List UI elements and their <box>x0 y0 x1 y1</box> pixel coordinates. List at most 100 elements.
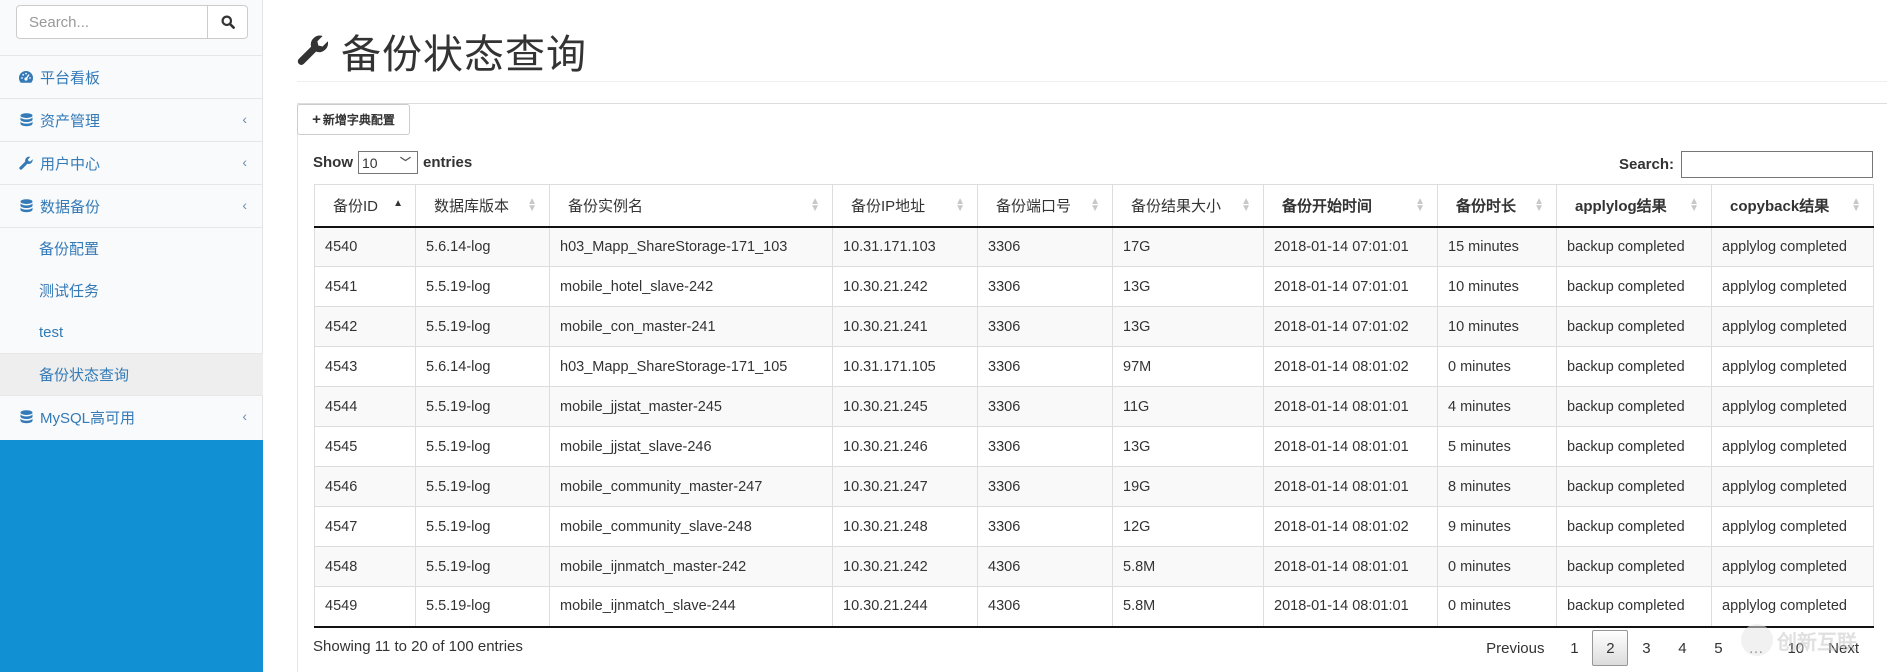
header-divider <box>297 81 1887 82</box>
table-row[interactable]: 4548 5.5.19-log mobile_ijnmatch_master-242… <box>314 546 1874 587</box>
pagination: Previous 1 2 3 4 5 … 10 Next <box>1474 630 1871 666</box>
column-header[interactable]: copyback结果 ▲ ▼ <box>1711 184 1874 228</box>
table-row[interactable]: 4542 5.5.19-log mobile_con_master-241 10.30… <box>314 306 1874 347</box>
column-header[interactable]: 备份开始时间 ▲ ▼ <box>1263 184 1438 228</box>
table-row[interactable]: 4541 5.5.19-log mobile_hotel_slave-242 10.3… <box>314 266 1874 307</box>
sidebar-subitem-backup-status[interactable]: 备份状态查询 <box>0 353 263 395</box>
pagination-page[interactable]: 3 <box>1628 630 1664 666</box>
table-cell: 2018-01-14 08:01:01 <box>1263 586 1438 628</box>
table-cell: applylog completed <box>1711 546 1874 587</box>
table-cell: 15 minutes <box>1437 226 1557 267</box>
table-cell: 3306 <box>977 226 1113 267</box>
chevron-left-icon: ‹ <box>242 197 247 213</box>
entries-length-select[interactable]: 10 <box>358 151 418 174</box>
sidebar-subitem-backup-config[interactable]: 备份配置 <box>0 227 263 269</box>
pagination-page[interactable]: 5 <box>1700 630 1736 666</box>
sidebar-item-user-center[interactable]: 用户中心 ‹ <box>0 141 263 184</box>
table-row[interactable]: 4540 5.6.14-log h03_Mapp_ShareStorage-171_… <box>314 226 1874 267</box>
table-body: 4540 5.6.14-log h03_Mapp_ShareStorage-171_… <box>314 226 1874 628</box>
table-cell: backup completed <box>1556 546 1712 587</box>
sidebar-item-mysql-ha[interactable]: MySQL高可用 ‹ <box>0 395 263 438</box>
sidebar: 平台看板 资产管理 ‹ 用户中心 ‹ 数据备份 ‹ 备份配置 测试 <box>0 0 263 672</box>
table-cell: 2018-01-14 08:01:01 <box>1263 546 1438 587</box>
table-cell: 10.30.21.245 <box>832 386 978 427</box>
pagination-page[interactable]: 1 <box>1556 630 1592 666</box>
add-dictionary-config-button[interactable]: + 新增字典配置 <box>297 104 410 135</box>
table-cell: 5.5.19-log <box>415 546 550 587</box>
table-cell: 5.5.19-log <box>415 426 550 467</box>
sidebar-subitem-test[interactable]: test <box>0 311 263 353</box>
column-header-label: 备份IP地址 <box>851 197 926 215</box>
add-button-label: 新增字典配置 <box>322 113 395 127</box>
table-cell: applylog completed <box>1711 506 1874 547</box>
table-cell: applylog completed <box>1711 346 1874 387</box>
column-header[interactable]: 备份结果大小 ▲ ▼ <box>1112 184 1264 228</box>
table-row[interactable]: 4547 5.5.19-log mobile_community_slave-248… <box>314 506 1874 547</box>
sidebar-search-button[interactable] <box>207 5 248 39</box>
sidebar-subitem-label: 测试任务 <box>39 282 100 300</box>
table-cell: 0 minutes <box>1437 346 1557 387</box>
table-cell: 12G <box>1112 506 1264 547</box>
pagination-page[interactable]: 2 <box>1592 630 1629 666</box>
table-cell: 13G <box>1112 426 1264 467</box>
table-cell: 4543 <box>314 346 416 387</box>
sort-both-icon: ▲ ▼ <box>1415 196 1425 214</box>
wrench-icon <box>297 35 329 65</box>
sidebar-item-assets[interactable]: 资产管理 ‹ <box>0 98 263 141</box>
table-cell: applylog completed <box>1711 306 1874 347</box>
table-search-input[interactable] <box>1681 151 1873 178</box>
column-header[interactable]: 备份实例名 ▲ ▼ <box>549 184 833 228</box>
column-header-label: 备份开始时间 <box>1282 197 1373 215</box>
table-cell: 11G <box>1112 386 1264 427</box>
column-header[interactable]: applylog结果 ▲ ▼ <box>1556 184 1712 228</box>
column-header[interactable]: 备份时长 ▲ ▼ <box>1437 184 1557 228</box>
sidebar-subitem-label: test <box>39 323 64 341</box>
table-cell: 4540 <box>314 226 416 267</box>
column-header-label: 备份实例名 <box>568 197 644 215</box>
table-cell: 5.5.19-log <box>415 266 550 307</box>
table-row[interactable]: 4544 5.5.19-log mobile_jjstat_master-245 10… <box>314 386 1874 427</box>
sidebar-item-dashboard[interactable]: 平台看板 <box>0 55 263 98</box>
column-header-label: 备份ID <box>333 197 379 215</box>
table-cell: 4548 <box>314 546 416 587</box>
sidebar-search-input[interactable] <box>16 5 207 39</box>
table-cell: backup completed <box>1556 426 1712 467</box>
sidebar-item-label: 平台看板 <box>40 69 101 87</box>
pagination-page[interactable]: 10 <box>1775 630 1816 666</box>
table-cell: 5.5.19-log <box>415 586 550 628</box>
table-cell: backup completed <box>1556 306 1712 347</box>
dashboard-icon <box>18 69 34 85</box>
table-row[interactable]: 4549 5.5.19-log mobile_ijnmatch_slave-244 1… <box>314 586 1874 628</box>
sidebar-item-data-backup[interactable]: 数据备份 ‹ <box>0 184 263 227</box>
column-header[interactable]: 备份ID ▲ <box>314 184 416 228</box>
sidebar-item-label: 用户中心 <box>40 155 101 173</box>
table-cell: backup completed <box>1556 226 1712 267</box>
database-icon <box>18 198 34 214</box>
table-cell: 4547 <box>314 506 416 547</box>
table-cell: 3306 <box>977 506 1113 547</box>
table-cell: 10.30.21.244 <box>832 586 978 628</box>
column-header[interactable]: 备份端口号 ▲ ▼ <box>977 184 1113 228</box>
table-cell: backup completed <box>1556 346 1712 387</box>
table-row[interactable]: 4543 5.6.14-log h03_Mapp_ShareStorage-171_… <box>314 346 1874 387</box>
table-cell: 4541 <box>314 266 416 307</box>
table-cell: 5.8M <box>1112 546 1264 587</box>
sidebar-subitem-test-task[interactable]: 测试任务 <box>0 269 263 311</box>
pagination-previous[interactable]: Previous <box>1474 630 1556 666</box>
column-header-label: 备份结果大小 <box>1131 197 1222 215</box>
table-cell: backup completed <box>1556 266 1712 307</box>
table-row[interactable]: 4545 5.5.19-log mobile_jjstat_slave-246 10.… <box>314 426 1874 467</box>
table-cell: 2018-01-14 08:01:02 <box>1263 506 1438 547</box>
column-header[interactable]: 备份IP地址 ▲ ▼ <box>832 184 978 228</box>
sort-both-icon: ▲ ▼ <box>1241 196 1251 214</box>
sort-both-icon: ▲ ▼ <box>810 196 820 214</box>
table-row[interactable]: 4546 5.5.19-log mobile_community_master-24… <box>314 466 1874 507</box>
table-cell: 5.6.14-log <box>415 346 550 387</box>
table-cell: 3306 <box>977 346 1113 387</box>
table-cell: 5 minutes <box>1437 426 1557 467</box>
table-cell: 3306 <box>977 306 1113 347</box>
pagination-page[interactable]: 4 <box>1664 630 1700 666</box>
column-header[interactable]: 数据库版本 ▲ ▼ <box>415 184 550 228</box>
pagination-next[interactable]: Next <box>1816 630 1871 666</box>
search-icon <box>221 15 235 29</box>
